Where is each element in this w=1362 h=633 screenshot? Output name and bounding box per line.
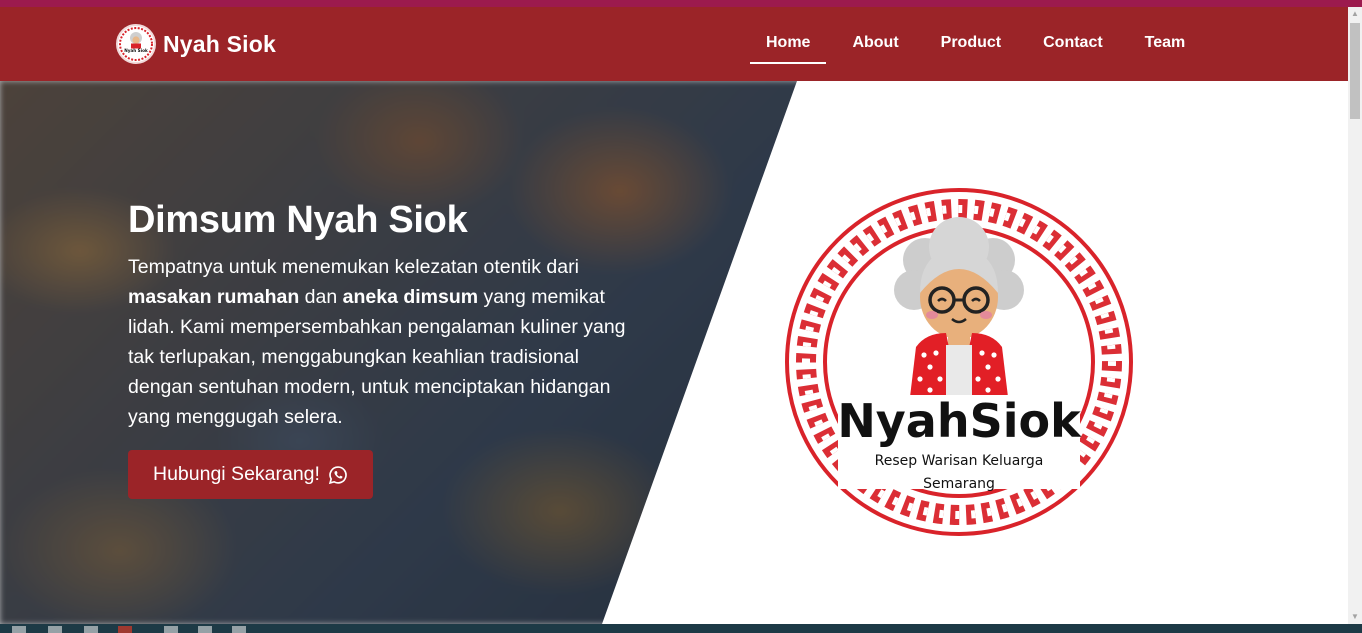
logo-name-text: NyahSiok xyxy=(837,394,1082,448)
browser-top-strip xyxy=(0,0,1362,7)
nav-item-product[interactable]: Product xyxy=(925,29,1017,65)
hero-description-text: dan xyxy=(299,286,343,308)
brand-logo-icon: Nyah Siok xyxy=(116,24,156,64)
nav-item-home[interactable]: Home xyxy=(750,29,827,65)
os-taskbar xyxy=(0,624,1362,633)
scroll-up-arrow-icon[interactable]: ▲ xyxy=(1348,7,1362,21)
hero-description: Tempatnya untuk menemukan kelezatan oten… xyxy=(128,252,648,432)
taskbar-app-icon[interactable] xyxy=(118,626,132,633)
svg-text:Nyah Siok: Nyah Siok xyxy=(124,48,148,53)
nav-item-team[interactable]: Team xyxy=(1129,29,1202,65)
scroll-thumb[interactable] xyxy=(1350,23,1360,119)
navbar: Nyah Siok Nyah Siok Home About Product C… xyxy=(0,7,1348,81)
brand[interactable]: Nyah Siok Nyah Siok xyxy=(116,23,276,65)
start-icon[interactable] xyxy=(12,626,26,633)
taskbar-app-icon[interactable] xyxy=(84,626,98,633)
hero-description-text: Tempatnya untuk menemukan kelezatan oten… xyxy=(128,256,579,278)
taskbar-app-icon[interactable] xyxy=(198,626,212,633)
hero-description-bold: masakan rumahan xyxy=(128,286,300,308)
hero-content: Dimsum Nyah Siok Tempatnya untuk menemuk… xyxy=(128,195,648,499)
taskbar-app-icon[interactable] xyxy=(232,626,246,633)
whatsapp-icon xyxy=(328,465,347,484)
main-nav: Home About Product Contact Team xyxy=(750,29,1211,65)
nav-item-contact[interactable]: Contact xyxy=(1027,29,1119,65)
hero-title: Dimsum Nyah Siok xyxy=(128,199,468,241)
page-scrollbar[interactable]: ▲ ▼ xyxy=(1348,7,1362,624)
contact-now-label: Hubungi Sekarang! xyxy=(153,463,320,485)
hero-section: Dimsum Nyah Siok Tempatnya untuk menemuk… xyxy=(0,81,1348,624)
scroll-down-arrow-icon[interactable]: ▼ xyxy=(1348,610,1362,624)
logo-tagline-1: Resep Warisan Keluarga xyxy=(875,453,1044,469)
nav-item-about[interactable]: About xyxy=(836,29,914,65)
search-icon[interactable] xyxy=(48,626,62,633)
contact-now-button[interactable]: Hubungi Sekarang! xyxy=(128,450,373,499)
logo-tagline-2: Semarang xyxy=(923,476,995,492)
taskbar-app-icon[interactable] xyxy=(164,626,178,633)
brand-name: Nyah Siok xyxy=(163,30,277,57)
nyah-siok-logo: NyahSiok Resep Warisan Keluarga Semarang xyxy=(785,188,1133,536)
hero-description-bold: aneka dimsum xyxy=(342,286,479,308)
